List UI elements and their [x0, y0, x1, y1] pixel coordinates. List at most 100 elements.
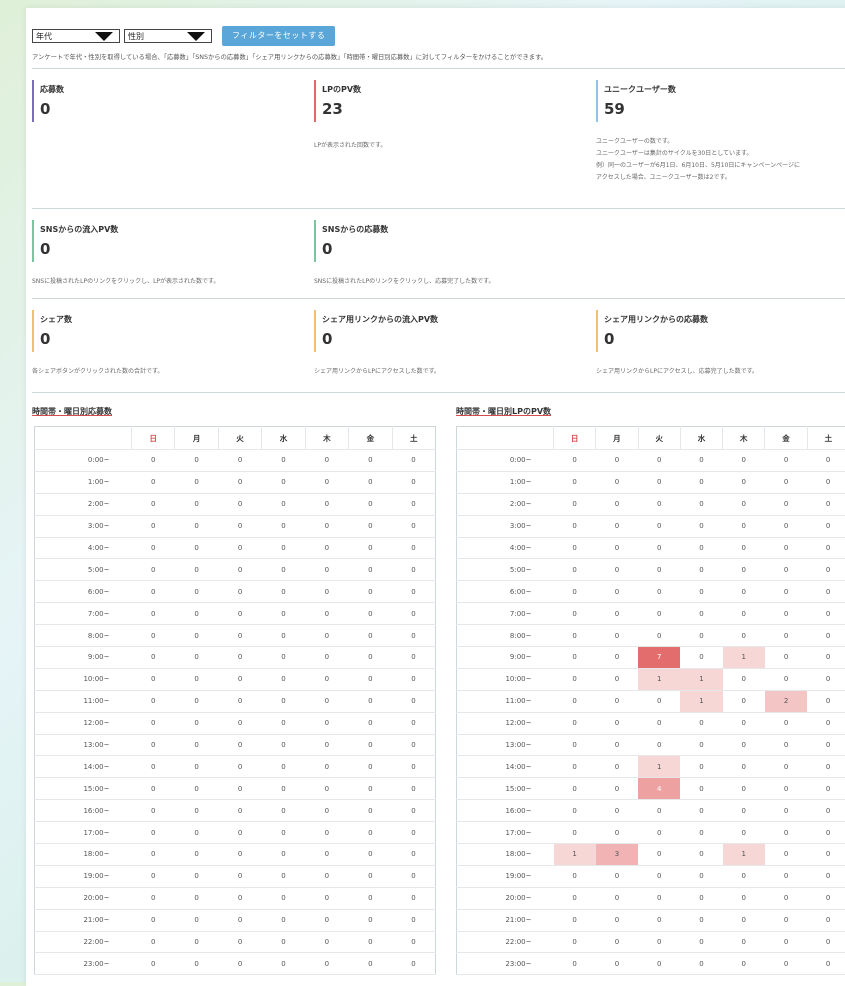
table-cell: 0 — [175, 800, 218, 822]
table-cell: 0 — [638, 865, 680, 887]
weekday-header: 日 — [554, 427, 596, 450]
table-cell: 0 — [638, 471, 680, 493]
table-cell: 0 — [349, 537, 392, 559]
table-cell: 0 — [596, 778, 638, 800]
table-cell: 0 — [723, 734, 765, 756]
table-cell: 0 — [392, 778, 435, 800]
table-cell: 0 — [554, 865, 596, 887]
divider — [32, 392, 845, 393]
metric-value: 0 — [40, 330, 50, 348]
table-cell: 0 — [175, 581, 218, 603]
set-filter-button[interactable]: フィルターをセットする — [222, 26, 335, 46]
table-cell: 0 — [218, 756, 261, 778]
table-cell: 0 — [680, 887, 722, 909]
table-cell: 0 — [554, 734, 596, 756]
metric-value: 23 — [322, 100, 343, 118]
table-cell: 0 — [723, 603, 765, 625]
table-cell: 0 — [723, 822, 765, 844]
table-cell: 0 — [262, 953, 305, 975]
table-cell: 0 — [175, 778, 218, 800]
table-cell: 0 — [305, 778, 348, 800]
table-cell: 0 — [723, 756, 765, 778]
table-row: 9:00~0070100 — [457, 647, 845, 669]
table-cell: 0 — [262, 581, 305, 603]
metric-label: シェア数 — [40, 314, 72, 325]
table-row: 20:00~0000000 — [457, 887, 845, 909]
table-header-row: 日月火水木金土 — [35, 427, 436, 450]
table-cell: 0 — [175, 690, 218, 712]
table-cell: 0 — [349, 712, 392, 734]
table-cell: 0 — [349, 756, 392, 778]
table-cell: 0 — [262, 493, 305, 515]
table-cell: 0 — [262, 865, 305, 887]
table-row: 3:00~0000000 — [457, 515, 845, 537]
table-cell: 0 — [680, 712, 722, 734]
table-cell: 0 — [218, 537, 261, 559]
hour-label: 11:00~ — [35, 690, 132, 712]
table-cell: 0 — [680, 931, 722, 953]
hour-label: 13:00~ — [457, 734, 554, 756]
accent-bar — [32, 80, 34, 122]
applications-table-title[interactable]: 時間帯・曜日別応募数 — [32, 406, 112, 417]
table-cell: 0 — [175, 712, 218, 734]
lp-pv-table-title[interactable]: 時間帯・曜日別LPのPV数 — [456, 406, 551, 417]
table-cell: 0 — [680, 471, 722, 493]
table-cell: 0 — [392, 647, 435, 669]
table-row: 3:00~0000000 — [35, 515, 436, 537]
weekday-header: 火 — [218, 427, 261, 450]
table-cell: 0 — [638, 800, 680, 822]
table-cell: 0 — [596, 931, 638, 953]
hour-label: 21:00~ — [35, 909, 132, 931]
table-cell: 0 — [262, 471, 305, 493]
hour-label: 10:00~ — [35, 668, 132, 690]
table-cell: 0 — [132, 515, 175, 537]
table-cell: 0 — [349, 581, 392, 603]
table-cell: 0 — [218, 603, 261, 625]
metric-description: シェア用リンクからLPにアクセスした数です。 — [314, 366, 440, 375]
table-row: 10:00~0011000 — [457, 668, 845, 690]
table-cell: 0 — [807, 844, 845, 866]
table-cell: 0 — [305, 493, 348, 515]
table-cell: 1 — [638, 668, 680, 690]
table-row: 20:00~0000000 — [35, 887, 436, 909]
table-cell: 0 — [596, 625, 638, 647]
table-cell: 0 — [349, 450, 392, 472]
table-cell: 0 — [554, 756, 596, 778]
table-row: 14:00~0000000 — [35, 756, 436, 778]
table-row: 6:00~0000000 — [457, 581, 845, 603]
table-cell: 0 — [554, 603, 596, 625]
hour-label: 18:00~ — [35, 844, 132, 866]
table-cell: 0 — [392, 865, 435, 887]
table-cell: 0 — [765, 865, 807, 887]
hour-label: 8:00~ — [457, 625, 554, 647]
table-cell: 0 — [807, 909, 845, 931]
table-cell: 0 — [765, 647, 807, 669]
table-row: 16:00~0000000 — [35, 800, 436, 822]
hour-label: 19:00~ — [457, 865, 554, 887]
table-cell: 0 — [392, 756, 435, 778]
table-cell: 0 — [765, 559, 807, 581]
table-cell: 0 — [765, 515, 807, 537]
age-select[interactable]: 年代 — [32, 29, 120, 43]
table-cell: 0 — [132, 931, 175, 953]
desc-line: ユニークユーザーの数です。 — [596, 136, 800, 148]
table-cell: 0 — [218, 931, 261, 953]
table-row: 2:00~0000000 — [457, 493, 845, 515]
table-cell: 0 — [765, 844, 807, 866]
table-cell: 0 — [262, 537, 305, 559]
table-cell: 0 — [723, 537, 765, 559]
table-row: 18:00~0000000 — [35, 844, 436, 866]
table-cell: 0 — [723, 690, 765, 712]
table-cell: 0 — [218, 515, 261, 537]
table-row: 15:00~0040000 — [457, 778, 845, 800]
hour-label: 6:00~ — [457, 581, 554, 603]
table-row: 0:00~0000000 — [457, 450, 845, 472]
table-cell: 0 — [218, 690, 261, 712]
table-cell: 0 — [807, 603, 845, 625]
gender-select[interactable]: 性別 — [124, 29, 212, 43]
table-cell: 0 — [680, 844, 722, 866]
age-select-value: 年代 — [36, 32, 52, 41]
hour-label: 10:00~ — [457, 668, 554, 690]
table-cell: 0 — [262, 822, 305, 844]
table-cell: 0 — [218, 953, 261, 975]
